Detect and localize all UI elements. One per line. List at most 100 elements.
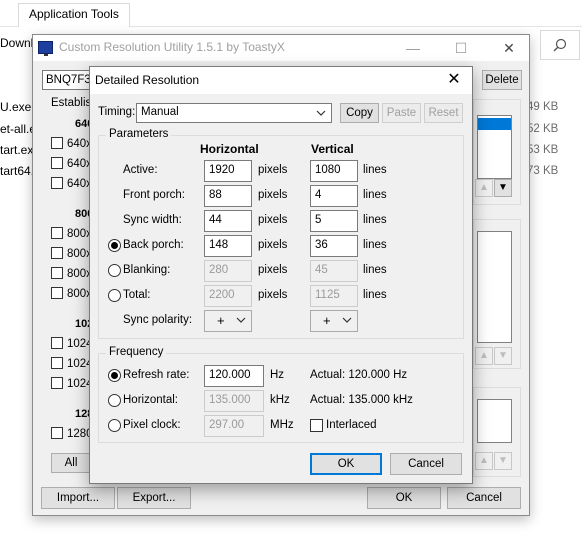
pixels-unit: pixels	[258, 264, 288, 276]
blocks-listbox[interactable]	[477, 399, 512, 443]
resolution-checkbox[interactable]: 800x	[51, 287, 92, 300]
h-sync-width-input[interactable]: 44	[204, 210, 252, 232]
resolution-checkbox[interactable]: 800x	[51, 267, 92, 280]
monitor-select[interactable]: BNQ7F33	[42, 70, 94, 90]
monitor-icon	[38, 41, 53, 56]
resolution-checkbox[interactable]: 800x	[51, 227, 92, 240]
timing-select[interactable]: Manual	[136, 103, 332, 123]
h-total-input[interactable]: 2200	[204, 285, 252, 307]
selected-row[interactable]	[478, 118, 511, 130]
export-button[interactable]: Export...	[117, 487, 191, 509]
chevron-down-icon	[316, 110, 326, 116]
resolution-checkbox[interactable]: 640x	[51, 137, 92, 150]
close-icon[interactable]: ✕	[493, 35, 525, 61]
checkbox[interactable]	[51, 157, 63, 169]
refresh-rate-input[interactable]: 120.000	[204, 365, 264, 387]
checkbox[interactable]	[51, 247, 63, 259]
timing-label: Timing:	[98, 106, 136, 118]
reset-button[interactable]: Reset	[424, 103, 463, 123]
v-sync-width-input[interactable]: 5	[310, 210, 358, 232]
horizontal-freq-radio[interactable]	[108, 394, 121, 407]
address-text[interactable]: Downl	[0, 36, 33, 50]
delete-button[interactable]: Delete	[482, 70, 522, 90]
pixel-clock-input[interactable]: 297.00	[204, 415, 264, 437]
v-polarity-select[interactable]: +	[310, 310, 358, 332]
refresh-rate-radio[interactable]	[108, 369, 121, 382]
back-porch-radio[interactable]	[108, 239, 121, 252]
maximize-icon[interactable]: ☐	[445, 35, 477, 61]
detailed-listbox[interactable]	[477, 115, 512, 179]
pixel-clock-label[interactable]: Pixel clock:	[123, 419, 181, 431]
file-name[interactable]: et-all.e	[0, 122, 36, 136]
checkbox[interactable]	[51, 137, 63, 149]
move-down-button[interactable]: ▼	[494, 179, 512, 197]
move-down-button: ▼	[494, 347, 512, 365]
resolution-checkbox[interactable]: 1024	[51, 337, 93, 350]
file-size: 49 KB	[527, 101, 559, 113]
v-total-input[interactable]: 1125	[310, 285, 358, 307]
all-button[interactable]: All	[51, 453, 91, 473]
ribbon-tab-application-tools[interactable]: Application Tools	[18, 3, 130, 27]
checkbox[interactable]	[51, 337, 63, 349]
checkbox[interactable]	[51, 287, 63, 299]
pixels-unit: pixels	[258, 239, 288, 251]
checkbox[interactable]	[51, 267, 63, 279]
blanking-label[interactable]: Blanking:	[123, 264, 170, 276]
resolution-checkbox[interactable]: 1280	[51, 427, 93, 440]
established-label: Establis	[51, 97, 92, 109]
file-size: 73 KB	[527, 165, 559, 177]
search-box[interactable]	[540, 30, 580, 60]
file-size: 52 KB	[527, 123, 559, 135]
checkbox[interactable]	[51, 227, 63, 239]
cancel-button[interactable]: Cancel	[447, 487, 521, 509]
minimize-icon[interactable]: —	[397, 35, 429, 61]
file-name[interactable]: tart.ex	[0, 143, 33, 157]
resolution-checkbox[interactable]: 1024	[51, 357, 93, 370]
h-active-input[interactable]: 1920	[204, 160, 252, 182]
extension-listbox[interactable]	[477, 231, 512, 343]
file-name[interactable]: tart64.	[0, 164, 34, 178]
pixels-unit: pixels	[258, 189, 288, 201]
h-blanking-input[interactable]: 280	[204, 260, 252, 282]
timing-value: Manual	[141, 106, 179, 118]
back-porch-label[interactable]: Back porch:	[123, 239, 184, 251]
file-name[interactable]: U.exe	[0, 100, 31, 114]
ok-button[interactable]: OK	[367, 487, 441, 509]
checkbox[interactable]	[51, 427, 63, 439]
blanking-radio[interactable]	[108, 264, 121, 277]
v-blanking-input[interactable]: 45	[310, 260, 358, 282]
interlaced-label[interactable]: Interlaced	[326, 419, 377, 431]
lines-unit: lines	[363, 214, 387, 226]
refresh-actual: Actual: 120.000 Hz	[310, 369, 408, 381]
pixels-unit: pixels	[258, 214, 288, 226]
interlaced-checkbox[interactable]	[310, 419, 323, 432]
resolution-checkbox[interactable]: 800x	[51, 247, 92, 260]
dialog-ok-button[interactable]: OK	[310, 453, 382, 475]
checkbox[interactable]	[51, 177, 63, 189]
pixel-clock-radio[interactable]	[108, 419, 121, 432]
khz-unit: kHz	[270, 394, 290, 406]
resolution-checkbox[interactable]: 1024	[51, 377, 93, 390]
dialog-cancel-button[interactable]: Cancel	[390, 453, 462, 475]
sync-width-label: Sync width:	[123, 214, 182, 226]
resolution-checkbox[interactable]: 640x	[51, 177, 92, 190]
horizontal-freq-input[interactable]: 135.000	[204, 390, 264, 412]
v-back-porch-input[interactable]: 36	[310, 235, 358, 257]
h-back-porch-input[interactable]: 148	[204, 235, 252, 257]
import-button[interactable]: Import...	[41, 487, 115, 509]
h-front-porch-input[interactable]: 88	[204, 185, 252, 207]
horizontal-freq-label[interactable]: Horizontal:	[123, 394, 178, 406]
h-polarity-select[interactable]: +	[204, 310, 252, 332]
checkbox[interactable]	[51, 357, 63, 369]
total-label[interactable]: Total:	[123, 289, 151, 301]
close-icon[interactable]: ✕	[440, 69, 468, 93]
v-active-input[interactable]: 1080	[310, 160, 358, 182]
paste-button[interactable]: Paste	[382, 103, 421, 123]
v-front-porch-input[interactable]: 4	[310, 185, 358, 207]
refresh-rate-label[interactable]: Refresh rate:	[123, 369, 189, 381]
total-radio[interactable]	[108, 289, 121, 302]
resolution-checkbox[interactable]: 640x	[51, 157, 92, 170]
checkbox[interactable]	[51, 377, 63, 389]
copy-button[interactable]: Copy	[340, 103, 379, 123]
chevron-down-icon	[236, 317, 246, 323]
